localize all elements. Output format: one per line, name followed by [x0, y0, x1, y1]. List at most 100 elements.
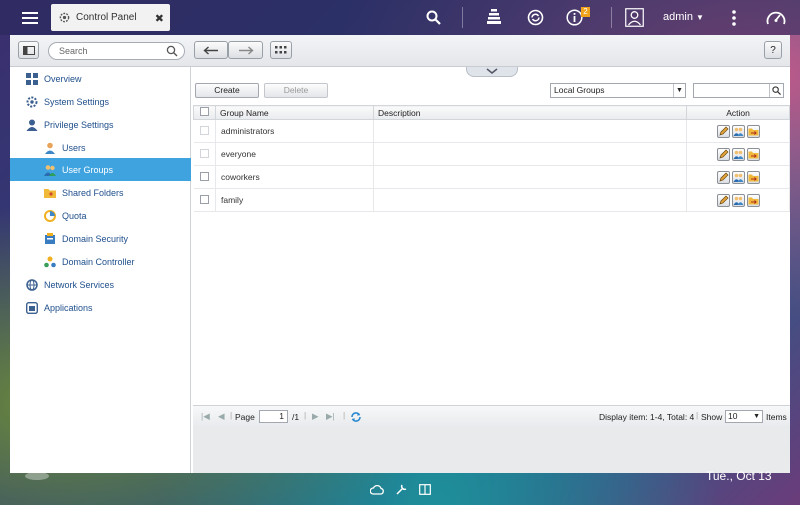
- edit-members-icon[interactable]: [731, 124, 745, 138]
- sidebar-item-label: Quota: [62, 210, 87, 221]
- row-checkbox[interactable]: [199, 171, 209, 181]
- dashboard-icon[interactable]: [766, 9, 786, 26]
- quota-icon: [44, 209, 56, 222]
- sidebar-item-quota[interactable]: Quota: [10, 204, 191, 227]
- delete-button[interactable]: Delete: [264, 83, 328, 98]
- delete-label: Delete: [283, 85, 309, 95]
- items-per-page-select[interactable]: 10 ▼: [725, 410, 763, 423]
- group-type-value: Local Groups: [554, 85, 605, 95]
- prev-page-icon[interactable]: ◀: [218, 411, 225, 422]
- table-row[interactable]: coworkers: [193, 165, 790, 189]
- sidebar-item-system-settings[interactable]: System Settings: [10, 90, 191, 113]
- column-header-group-name[interactable]: Group Name: [215, 105, 374, 120]
- tab-title: Control Panel: [76, 12, 137, 23]
- description-cell: [373, 165, 687, 189]
- close-tab-icon[interactable]: ✖: [155, 12, 164, 25]
- collapse-panel-toggle[interactable]: [466, 67, 518, 77]
- avatar-icon[interactable]: [625, 8, 644, 27]
- edit-members-icon[interactable]: [731, 147, 745, 161]
- chevron-down-icon: ▼: [753, 413, 760, 420]
- sidebar-item-shared-folders[interactable]: Shared Folders: [10, 181, 191, 204]
- chevron-down-icon: ▼: [696, 13, 704, 22]
- folder-permission-icon[interactable]: [746, 147, 760, 161]
- tools-icon[interactable]: [395, 483, 408, 496]
- group-name-cell: everyone: [215, 142, 374, 166]
- table-row[interactable]: everyone: [193, 142, 790, 166]
- row-checkbox[interactable]: [199, 148, 209, 158]
- first-page-icon[interactable]: |◀: [201, 411, 210, 422]
- sidebar-item-label: Privilege Settings: [44, 119, 114, 130]
- sidebar-item-label: Applications: [44, 302, 93, 313]
- sidebar-item-label: Shared Folders: [62, 187, 124, 198]
- action-cell: [686, 165, 790, 189]
- edit-icon[interactable]: [716, 170, 730, 184]
- users-icon: [45, 142, 55, 154]
- sidebar-item-label: Domain Controller: [62, 256, 135, 267]
- sidebar-item-overview[interactable]: Overview: [10, 67, 191, 90]
- display-info: Display item: 1-4, Total: 4: [599, 412, 695, 422]
- background-tasks-icon[interactable]: [486, 9, 502, 26]
- app-grid-button[interactable]: [270, 41, 292, 59]
- search-input[interactable]: Search: [48, 42, 185, 60]
- pager-divider: |: [304, 410, 307, 420]
- back-button[interactable]: [194, 41, 228, 59]
- sidebar-item-user-groups[interactable]: User Groups: [10, 158, 191, 181]
- folder-permission-icon[interactable]: [746, 193, 760, 207]
- table-row[interactable]: family: [193, 188, 790, 212]
- sync-icon[interactable]: [527, 9, 544, 26]
- pager-divider: |: [696, 410, 699, 420]
- row-checkbox[interactable]: [199, 125, 209, 135]
- create-button[interactable]: Create: [195, 83, 259, 98]
- more-options-icon[interactable]: [731, 10, 737, 26]
- sidebar-item-label: Users: [62, 142, 86, 153]
- sidebar-item-label: User Groups: [62, 164, 114, 175]
- edit-members-icon[interactable]: [731, 170, 745, 184]
- main-menu-button[interactable]: [10, 0, 50, 35]
- book-icon[interactable]: [419, 484, 431, 495]
- panel-footer: [193, 427, 790, 473]
- sidebar-item-domain-security[interactable]: Domain Security: [10, 227, 191, 250]
- group-filter-input[interactable]: [693, 83, 784, 98]
- table-row[interactable]: administrators: [193, 119, 790, 143]
- cloud-icon[interactable]: [370, 484, 384, 495]
- user-menu[interactable]: admin ▼: [663, 11, 704, 23]
- sidebar-item-applications[interactable]: Applications: [10, 296, 191, 319]
- globe-icon: [26, 278, 38, 291]
- description-cell: [373, 188, 687, 212]
- forward-button[interactable]: [228, 41, 263, 59]
- edit-icon[interactable]: [716, 124, 730, 138]
- edit-icon[interactable]: [716, 147, 730, 161]
- edit-members-icon[interactable]: [731, 193, 745, 207]
- next-page-icon[interactable]: ▶: [312, 411, 319, 422]
- search-icon[interactable]: [426, 10, 441, 25]
- window-toolbar: Search ?: [10, 35, 790, 67]
- page-label: Page: [235, 412, 255, 422]
- search-icon: [166, 45, 178, 57]
- applications-icon: [26, 301, 38, 314]
- control-panel-tab[interactable]: Control Panel ✖: [51, 4, 170, 31]
- help-button[interactable]: ?: [764, 41, 782, 59]
- sidebar-item-privilege-settings[interactable]: Privilege Settings: [10, 113, 191, 136]
- sidebar-item-label: Domain Security: [62, 233, 129, 244]
- group-name-cell: family: [215, 188, 374, 212]
- edit-icon[interactable]: [716, 193, 730, 207]
- toggle-sidebar-button[interactable]: [18, 41, 39, 59]
- sidebar-item-domain-controller[interactable]: Domain Controller: [10, 250, 191, 273]
- page-number-input[interactable]: 1: [259, 410, 288, 423]
- folder-permission-icon[interactable]: [746, 170, 760, 184]
- row-checkbox[interactable]: [199, 194, 209, 204]
- group-type-select[interactable]: Local Groups ▼: [550, 83, 686, 98]
- search-icon[interactable]: [769, 84, 783, 97]
- domain-controller-icon: [44, 256, 56, 267]
- group-name-cell: coworkers: [215, 165, 374, 189]
- chevron-down-icon: ▼: [673, 84, 685, 97]
- folder-permission-icon[interactable]: [746, 124, 760, 138]
- desktop-widget-icon: [25, 472, 49, 480]
- user-groups-icon: [44, 164, 56, 176]
- select-all-checkbox[interactable]: [200, 107, 209, 116]
- column-header-description[interactable]: Description: [373, 105, 687, 120]
- refresh-icon[interactable]: [350, 411, 362, 423]
- sidebar-item-users[interactable]: Users: [10, 136, 191, 159]
- sidebar-item-network-services[interactable]: Network Services: [10, 273, 191, 296]
- last-page-icon[interactable]: ▶|: [326, 411, 335, 422]
